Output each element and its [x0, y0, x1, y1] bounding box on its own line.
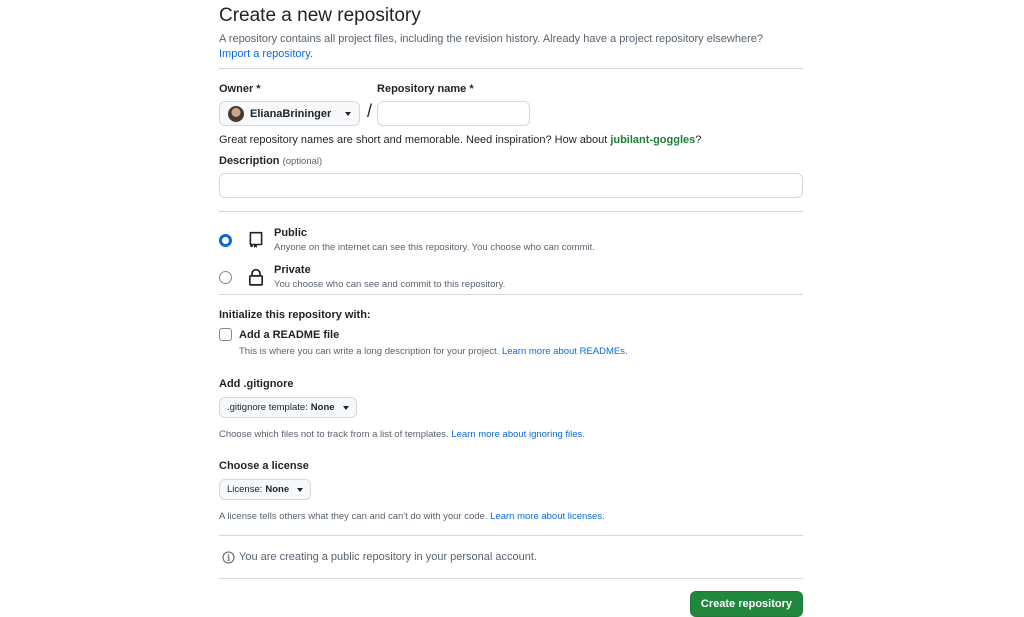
- owner-label: Owner *: [219, 83, 261, 95]
- caret-down-icon: [297, 487, 304, 492]
- hint-suffix: ?: [695, 134, 702, 146]
- readme-checkbox[interactable]: [219, 328, 232, 341]
- info-icon: [222, 550, 235, 564]
- description-label-text: Description: [219, 155, 280, 167]
- import-repository-link[interactable]: Import a repository.: [219, 48, 313, 60]
- gitignore-label: Add .gitignore: [219, 378, 294, 390]
- page-title: Create a new repository: [219, 5, 421, 26]
- visibility-option-private[interactable]: Private You choose who can see and commi…: [219, 261, 803, 298]
- readme-label: Add a README file: [239, 328, 340, 341]
- info-message: You are creating a public repository in …: [219, 536, 803, 578]
- name-hint: Great repository names are short and mem…: [219, 134, 803, 146]
- subtitle-text: A repository contains all project files,…: [219, 33, 763, 45]
- hint-text: Great repository names are short and mem…: [219, 134, 611, 146]
- visibility-group: Public Anyone on the internet can see th…: [219, 224, 803, 298]
- gitignore-note: Choose which files not to track from a l…: [219, 428, 803, 441]
- page-subtitle: A repository contains all project files,…: [219, 32, 803, 62]
- avatar: [228, 105, 244, 122]
- description-label: Description (optional): [219, 155, 803, 167]
- info-text: You are creating a public repository in …: [239, 551, 537, 563]
- divider: [219, 211, 803, 212]
- repo-name-label: Repository name *: [377, 83, 474, 95]
- name-suggestion-link[interactable]: jubilant-goggles: [610, 134, 695, 146]
- license-learn-more-link[interactable]: Learn more about licenses.: [490, 511, 605, 522]
- public-desc: Anyone on the internet can see this repo…: [274, 242, 595, 253]
- license-select[interactable]: License: None: [219, 479, 312, 500]
- public-radio[interactable]: [219, 234, 232, 247]
- license-note: A license tells others what they can and…: [219, 510, 803, 523]
- divider: [219, 294, 803, 295]
- gitignore-note-text: Choose which files not to track from a l…: [219, 429, 452, 440]
- license-select-value: None: [265, 484, 290, 495]
- description-input[interactable]: [219, 173, 803, 198]
- public-title: Public: [274, 227, 308, 239]
- optional-tag: (optional): [282, 156, 323, 167]
- repo-name-input[interactable]: [377, 101, 531, 126]
- gitignore-select-value: None: [310, 402, 335, 413]
- divider: [219, 68, 803, 69]
- owner-select[interactable]: ElianaBrininger: [219, 101, 360, 126]
- license-select-prefix: License:: [227, 484, 263, 495]
- readme-note-text: This is where you can write a long descr…: [239, 346, 502, 357]
- license-note-text: A license tells others what they can and…: [219, 511, 491, 522]
- owner-repo-row: Owner * ElianaBrininger / Repository nam…: [219, 83, 803, 126]
- gitignore-select[interactable]: .gitignore template: None: [219, 397, 357, 418]
- caret-down-icon: [342, 405, 349, 410]
- private-radio[interactable]: [219, 271, 232, 284]
- license-label: Choose a license: [219, 460, 309, 472]
- owner-repo-separator: /: [367, 101, 373, 121]
- readme-option[interactable]: Add a README file: [219, 328, 803, 341]
- new-repo-form: Create a new repository A repository con…: [219, 0, 803, 617]
- caret-down-icon: [345, 111, 351, 116]
- repo-icon: [249, 231, 263, 248]
- create-repository-button[interactable]: Create repository: [689, 591, 803, 617]
- private-title: Private: [274, 264, 311, 276]
- actions-row: Create repository: [219, 591, 803, 617]
- owner-value: ElianaBrininger: [250, 107, 332, 120]
- gitignore-learn-more-link[interactable]: Learn more about ignoring files.: [451, 429, 585, 440]
- lock-icon: [248, 268, 264, 286]
- init-label: Initialize this repository with:: [219, 309, 371, 321]
- divider: [219, 578, 803, 579]
- visibility-option-public[interactable]: Public Anyone on the internet can see th…: [219, 224, 803, 261]
- readme-learn-more-link[interactable]: Learn more about READMEs.: [502, 346, 628, 357]
- gitignore-select-prefix: .gitignore template:: [227, 402, 308, 413]
- private-desc: You choose who can see and commit to thi…: [274, 279, 506, 290]
- readme-note: This is where you can write a long descr…: [239, 345, 803, 358]
